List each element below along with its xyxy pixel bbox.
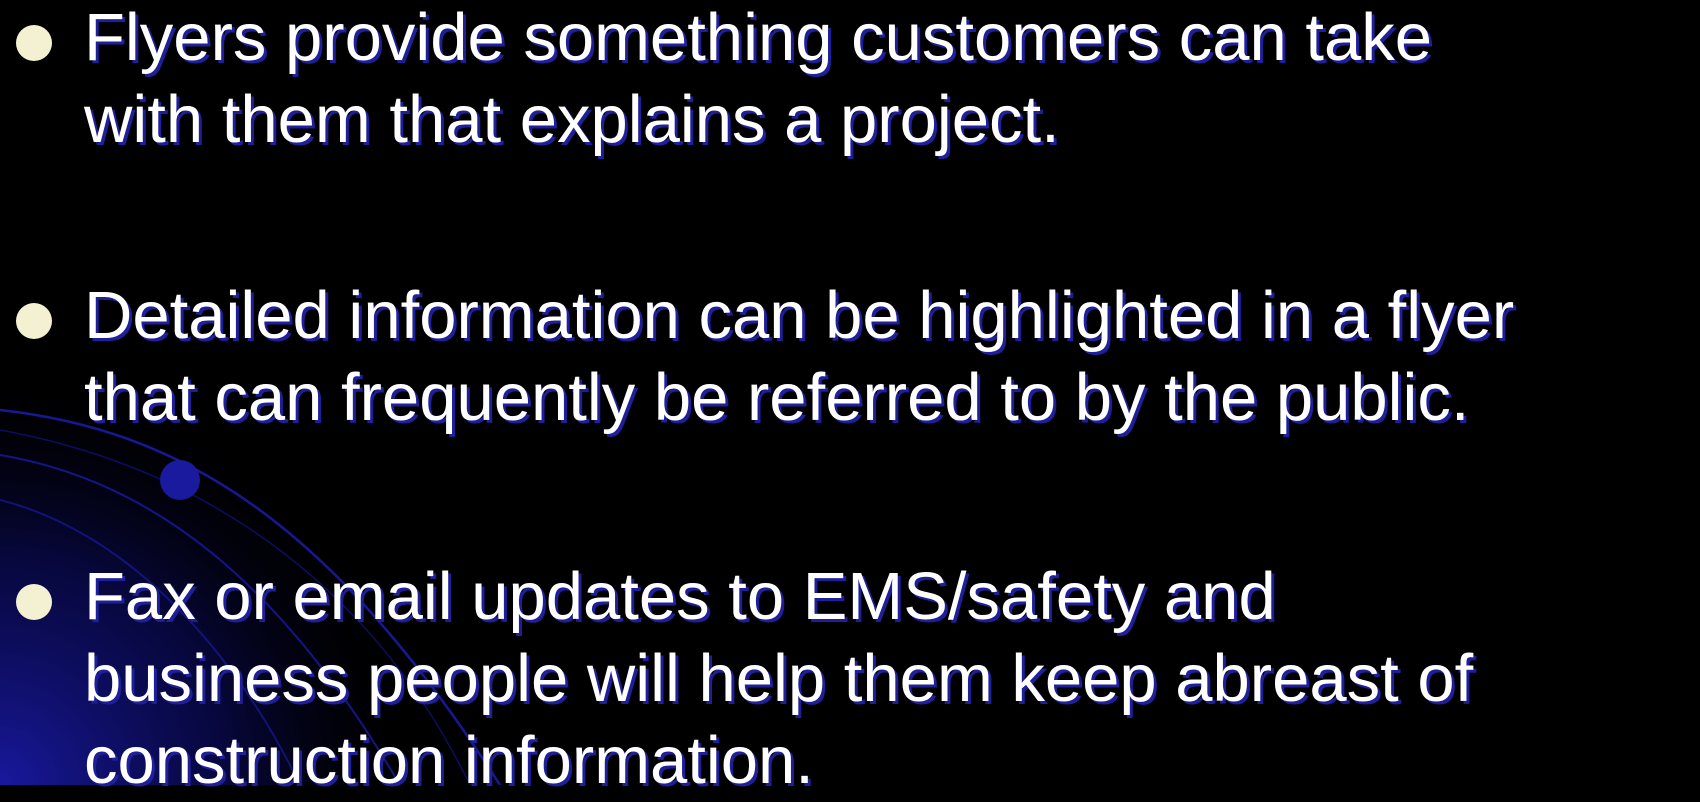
bullet-dot-icon <box>16 584 52 620</box>
bullet-dot-icon <box>16 303 52 339</box>
bullet-text: Detailed information can be highlighted … <box>84 278 1515 435</box>
bullet-text: Fax or email updates to EMS/safety and b… <box>84 559 1474 798</box>
bullet-dot-icon <box>16 25 52 61</box>
bullet-text: Flyers provide something customers can t… <box>84 0 1433 157</box>
bullet-list: Flyers provide something customers can t… <box>0 0 1700 798</box>
